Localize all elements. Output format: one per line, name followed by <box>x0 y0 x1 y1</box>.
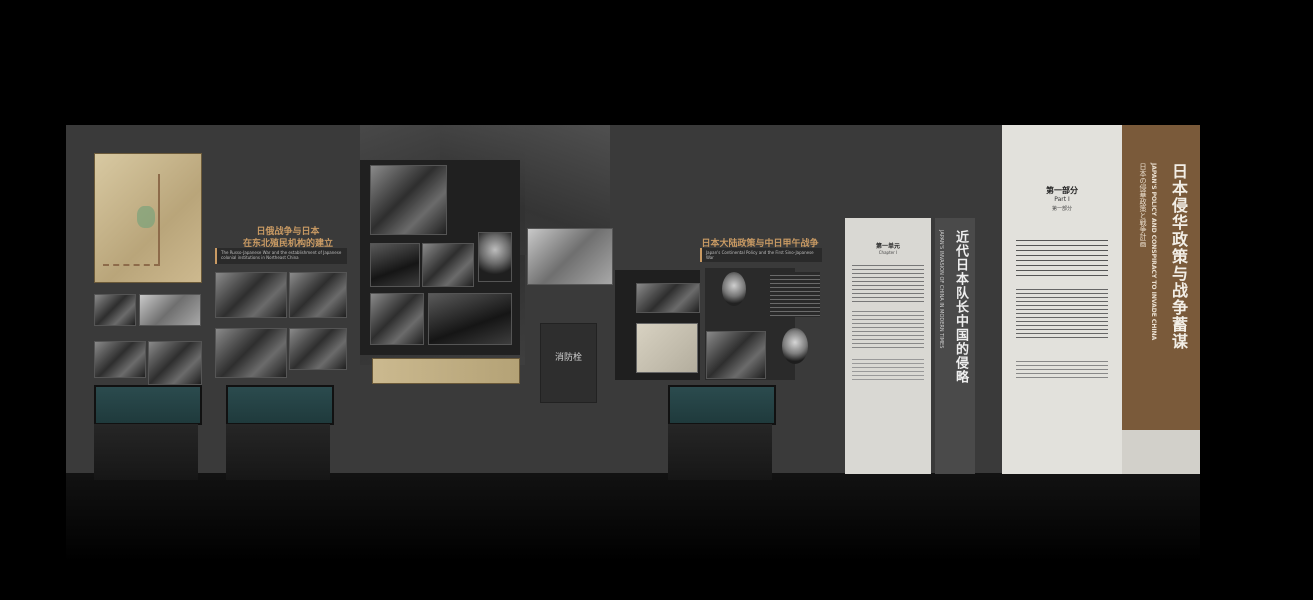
portrait-photo <box>782 328 808 364</box>
photo <box>370 243 420 287</box>
display-case-glass <box>94 385 202 425</box>
display-case-glass <box>226 385 334 425</box>
main-banner-en: JAPAN'S POLICY AND CONSPIRACY TO INVADE … <box>1150 163 1157 341</box>
section-en-title: The Russo-Japanese War and the establish… <box>221 250 342 260</box>
part-sub: 第一部分 <box>1051 206 1072 212</box>
photo <box>215 328 287 378</box>
chapter-heading: 第一单元 <box>875 243 900 250</box>
photo <box>706 331 766 379</box>
chapter-banner: 近代日本队长中国的侵略 JAPAN'S INVASION OF CHINA IN… <box>935 218 975 474</box>
part-text-en <box>1016 286 1108 338</box>
portrait-photo <box>478 232 512 282</box>
main-banner-sub: 日本の侵華政策と戦争計画 <box>1139 163 1147 247</box>
display-case-base <box>94 424 198 480</box>
display-case-glass <box>668 385 776 425</box>
photo <box>370 165 447 235</box>
photo <box>94 294 136 326</box>
section-en-title-bar: The Russo-Japanese War and the establish… <box>215 248 347 264</box>
part-text-cn <box>1016 236 1108 276</box>
part-text-jp <box>1016 358 1108 380</box>
photo <box>527 228 613 285</box>
document-strip <box>372 358 520 384</box>
main-banner-cn: 日本侵华政策与战争蓄谋 <box>1169 163 1188 350</box>
photo <box>636 283 700 313</box>
photo <box>289 328 347 370</box>
chapter-banner-cn: 近代日本队长中国的侵略 <box>953 230 968 384</box>
text-block <box>770 272 820 317</box>
chapter-subheading: Chapter I <box>878 250 898 255</box>
chapter-text <box>852 262 924 302</box>
photo <box>422 243 474 287</box>
photo <box>370 293 424 345</box>
document-image <box>636 323 698 373</box>
main-banner: 日本侵华政策与战争蓄谋 JAPAN'S POLICY AND CONSPIRAC… <box>1122 125 1200 430</box>
section-en-title-bar: Japan's Continental Policy and the First… <box>700 248 822 262</box>
photo <box>215 272 287 318</box>
historic-map <box>94 153 202 283</box>
display-case-base <box>226 424 330 480</box>
photo <box>289 272 347 318</box>
photo <box>94 341 146 378</box>
part-en: Part I <box>1054 196 1070 203</box>
chapter-banner-en: JAPAN'S INVASION OF CHINA IN MODERN TIME… <box>938 230 944 349</box>
section-en-title: Japan's Continental Policy and the First… <box>706 250 814 260</box>
part-heading: 第一部分 <box>1046 186 1078 195</box>
photo <box>148 341 202 385</box>
main-banner-base <box>1122 430 1200 474</box>
photo <box>428 293 512 345</box>
fire-hydrant-label: 消防栓 <box>554 353 582 363</box>
portrait-photo <box>722 272 746 306</box>
display-case-base <box>668 424 772 480</box>
floor-reflection <box>66 473 1200 600</box>
chapter-text <box>852 308 924 348</box>
fire-hydrant-cabinet: 消防栓 <box>540 323 597 403</box>
chapter-text <box>852 356 924 382</box>
photo <box>139 294 201 326</box>
